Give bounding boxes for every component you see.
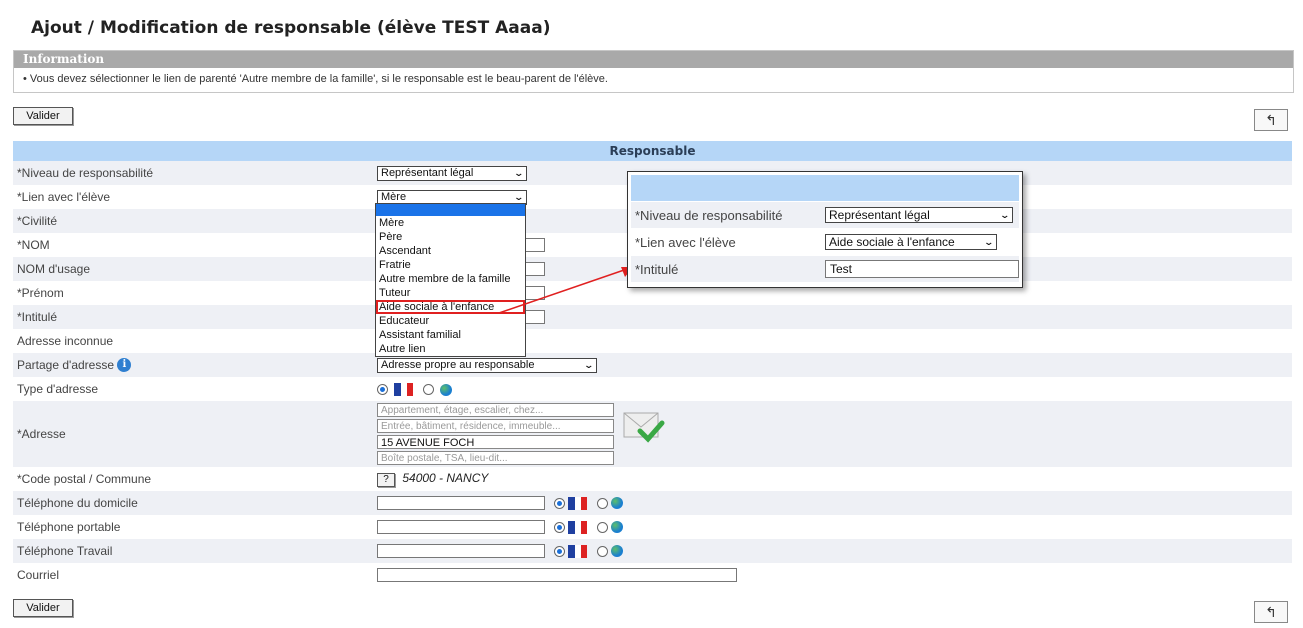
label-tel-travail: Téléphone Travail: [17, 544, 113, 558]
address-line-1-input[interactable]: Appartement, étage, escalier, chez...: [377, 403, 614, 417]
row-tel-travail: Téléphone Travail: [13, 539, 1292, 563]
label-tel-domicile: Téléphone du domicile: [17, 496, 138, 510]
globe-icon: [610, 497, 623, 510]
zoom-niveau-select[interactable]: Représentant légal ⌄: [825, 207, 1013, 223]
information-panel: Information • Vous devez sélectionner le…: [13, 50, 1294, 93]
partage-select-value: Adresse propre au responsable: [381, 358, 535, 371]
label-niveau: *Niveau de responsabilité: [17, 166, 154, 180]
address-line-2-input[interactable]: Entrée, bâtiment, résidence, immeuble...: [377, 419, 614, 433]
tel-travail-input[interactable]: [377, 544, 545, 559]
zoom-row-niveau: *Niveau de responsabilité Représentant l…: [631, 202, 1019, 228]
row-tel-domicile: Téléphone du domicile: [13, 491, 1292, 515]
tel-portable-etranger-radio[interactable]: [596, 521, 608, 533]
chevron-down-icon: ⌄: [513, 167, 525, 178]
zoom-row-lien: *Lien avec l'élève Aide sociale à l'enfa…: [631, 229, 1019, 255]
type-adresse-etranger-radio[interactable]: [422, 384, 434, 396]
row-code-postal: *Code postal / Commune ? 54000 - NANCY: [13, 467, 1292, 491]
address-line-3-input[interactable]: 15 AVENUE FOCH: [377, 435, 614, 449]
postal-lookup-button[interactable]: ?: [377, 473, 395, 487]
information-header: Information: [14, 51, 1293, 68]
label-intitule: *Intitulé: [17, 310, 58, 324]
tel-domicile-france-radio[interactable]: [554, 497, 566, 509]
zoom-label-niveau: *Niveau de responsabilité: [635, 207, 783, 223]
label-adresse-inconnue: Adresse inconnue: [17, 334, 114, 348]
row-adresse-inconnue: Adresse inconnue: [13, 329, 1292, 353]
zoom-lien-select[interactable]: Aide sociale à l'enfance ⌄: [825, 234, 997, 250]
info-icon[interactable]: i: [117, 358, 132, 373]
row-type-adresse: Type d'adresse: [13, 377, 1292, 401]
dropdown-option-mere[interactable]: Mère: [376, 216, 525, 230]
tel-portable-france-radio[interactable]: [554, 521, 566, 533]
row-tel-portable: Téléphone portable: [13, 515, 1292, 539]
niveau-select[interactable]: Représentant légal ⌄: [377, 165, 527, 181]
zoom-header: [631, 175, 1019, 201]
label-prenom: *Prénom: [17, 286, 64, 300]
globe-icon: [440, 383, 453, 396]
niveau-select-value: Représentant légal: [381, 166, 474, 179]
france-flag-icon: [568, 520, 588, 534]
chevron-down-icon: ⌄: [983, 236, 995, 247]
dropdown-option-empty[interactable]: [376, 204, 525, 216]
address-line-4-input[interactable]: Boîte postale, TSA, lieu-dit...: [377, 451, 614, 465]
globe-icon: [610, 545, 623, 558]
page-title: Ajout / Modification de responsable (élè…: [31, 18, 551, 38]
france-flag-icon: [568, 544, 588, 558]
globe-icon: [610, 521, 623, 534]
chevron-down-icon: ⌄: [583, 359, 595, 370]
label-code-postal: *Code postal / Commune: [17, 472, 152, 486]
zoom-label-intitule: *Intitulé: [635, 261, 679, 277]
label-nom-usage: NOM d'usage: [17, 262, 90, 276]
label-tel-portable: Téléphone portable: [17, 520, 121, 534]
form-header: Responsable: [13, 141, 1292, 161]
label-lien: *Lien avec l'élève: [17, 190, 111, 204]
label-partage-text: Partage d'adresse: [17, 357, 115, 372]
validate-button-top[interactable]: Valider: [13, 107, 73, 125]
information-text: • Vous devez sélectionner le lien de par…: [23, 73, 608, 85]
dropdown-option-pere[interactable]: Père: [376, 230, 525, 244]
tel-domicile-input[interactable]: [377, 496, 545, 511]
return-arrow-icon: ↰: [1265, 603, 1277, 620]
return-arrow-icon: ↰: [1265, 111, 1277, 128]
chevron-down-icon: ⌄: [999, 209, 1011, 220]
mail-check-icon[interactable]: [622, 409, 666, 445]
zoom-intitule-input[interactable]: Test: [825, 260, 1019, 278]
lien-select-value: Mère: [381, 190, 407, 203]
zoom-callout: *Niveau de responsabilité Représentant l…: [627, 171, 1023, 288]
label-nom: *NOM: [17, 238, 50, 252]
chevron-down-icon: ⌄: [513, 191, 525, 202]
label-adresse: *Adresse: [17, 427, 66, 441]
tel-domicile-etranger-radio[interactable]: [596, 497, 608, 509]
back-button-top[interactable]: ↰: [1254, 109, 1288, 131]
validate-button-bottom[interactable]: Valider: [13, 599, 73, 617]
postal-value: 54000 - NANCY: [402, 471, 489, 485]
courriel-input[interactable]: [377, 568, 737, 582]
zoom-niveau-value: Représentant légal: [829, 207, 930, 222]
type-adresse-france-radio[interactable]: [377, 384, 388, 396]
label-courriel: Courriel: [17, 568, 60, 582]
tel-portable-input[interactable]: [377, 520, 545, 535]
label-type-adresse: Type d'adresse: [17, 382, 99, 396]
back-button-bottom[interactable]: ↰: [1254, 601, 1288, 623]
label-partage: Partage d'adresse i: [13, 353, 377, 377]
row-adresse: *Adresse Appartement, étage, escalier, c…: [13, 401, 1292, 467]
annotation-arrow: [498, 267, 633, 314]
tel-travail-etranger-radio[interactable]: [596, 545, 608, 557]
row-intitule: *Intitulé: [13, 305, 1292, 329]
row-courriel: Courriel: [13, 563, 1292, 587]
france-flag-icon: [568, 496, 588, 510]
tel-travail-france-radio[interactable]: [554, 545, 566, 557]
row-partage: Partage d'adresse i Adresse propre au re…: [13, 353, 1292, 377]
partage-select[interactable]: Adresse propre au responsable ⌄: [377, 357, 597, 373]
zoom-row-intitule: *Intitulé Test: [631, 256, 1019, 282]
dropdown-option-autre-lien[interactable]: Autre lien: [376, 342, 525, 356]
label-civilite: *Civilité: [17, 214, 58, 228]
zoom-label-lien: *Lien avec l'élève: [635, 234, 736, 250]
france-flag-icon: [394, 383, 414, 397]
zoom-lien-value: Aide sociale à l'enfance: [829, 234, 955, 249]
dropdown-option-assistant-familial[interactable]: Assistant familial: [376, 328, 525, 342]
